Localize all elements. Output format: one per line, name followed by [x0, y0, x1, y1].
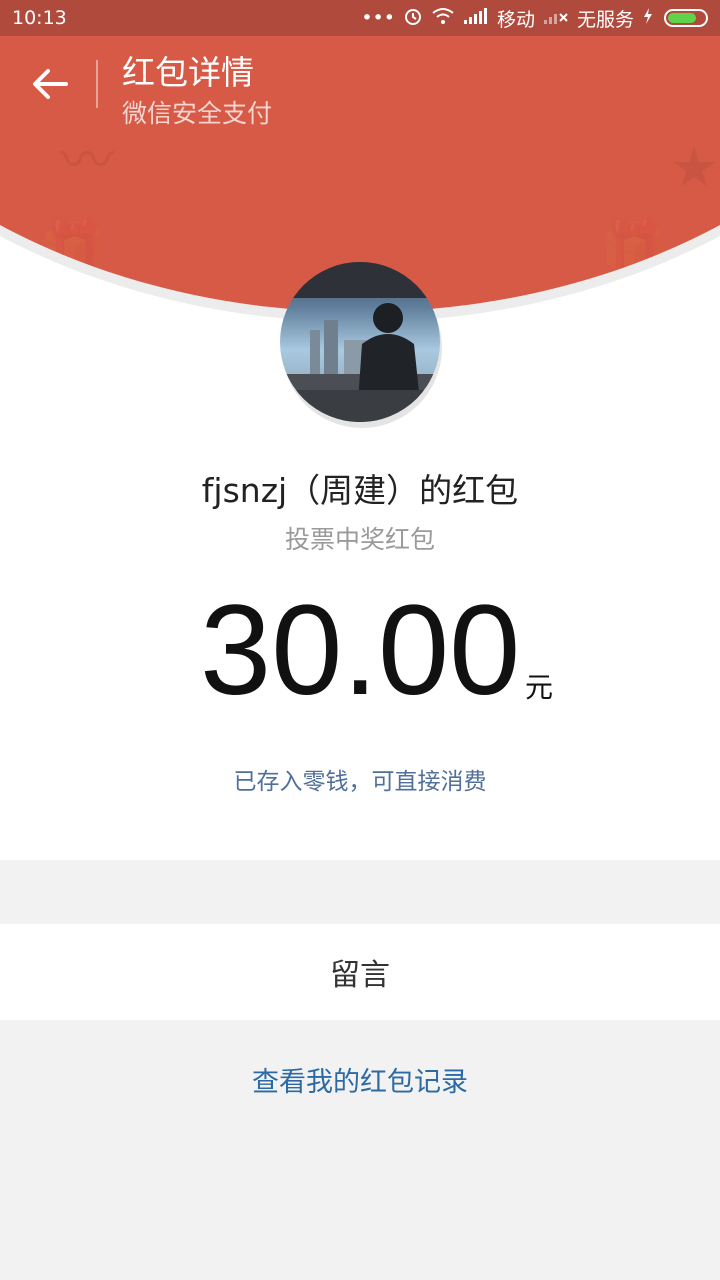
message-button[interactable]: 留言	[0, 924, 720, 1020]
alarm-icon	[403, 6, 423, 31]
red-packet-wish: 投票中奖红包	[284, 525, 435, 554]
gift-decoration-icon: 🎁	[600, 216, 668, 279]
amount: 30.00	[200, 579, 521, 722]
page-subtitle: 微信安全支付	[122, 99, 273, 128]
content-area: 🎁 ★ 🎁 〰 fjsnzj（周建）的红包 投票中奖红包 30.00 元 已存入…	[0, 36, 720, 860]
signal-icon	[463, 7, 489, 30]
back-arrow-icon	[33, 69, 68, 99]
star-decoration-icon: ★	[670, 136, 719, 199]
header-divider	[96, 60, 98, 108]
back-button[interactable]	[22, 62, 78, 106]
currency-unit: 元	[525, 671, 554, 704]
ribbon-decoration-icon: 〰	[60, 129, 114, 192]
status-bar: 10:13 ••• 移动 无服务	[0, 0, 720, 36]
message-label: 留言	[330, 958, 390, 993]
wifi-icon	[431, 7, 455, 30]
charging-icon	[642, 7, 654, 30]
gift-decoration-icon: 🎁	[40, 216, 108, 279]
status-time: 10:13	[12, 7, 67, 29]
no-service-label: 无服务	[576, 8, 634, 31]
battery-icon	[664, 9, 708, 27]
sender-name: fjsnzj（周建）的红包	[201, 471, 519, 510]
avatar[interactable]	[280, 262, 440, 422]
status-indicators: ••• 移动 无服务	[361, 5, 708, 32]
more-dots-icon: •••	[361, 7, 395, 29]
deposit-note-link[interactable]: 已存入零钱，可直接消费	[0, 762, 720, 796]
avatar-photo	[280, 262, 440, 422]
red-packet-records-link[interactable]: 查看我的红包记录	[0, 1060, 720, 1099]
signal-off-icon	[543, 7, 569, 30]
carrier-label: 移动	[496, 8, 535, 31]
page-title: 红包详情	[122, 53, 254, 92]
